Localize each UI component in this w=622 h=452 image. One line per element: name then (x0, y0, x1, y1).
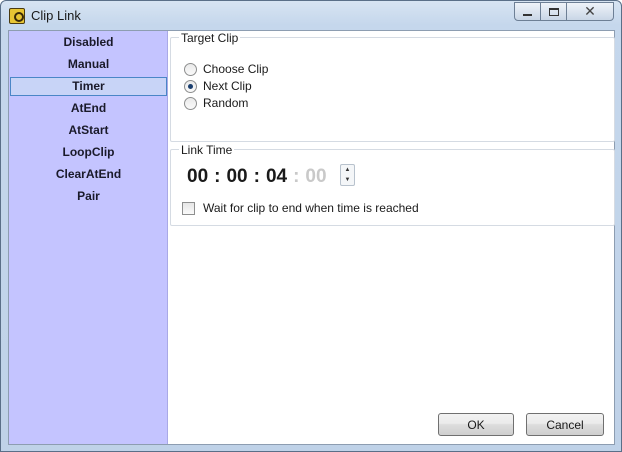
link-time-label: Link Time (179, 143, 235, 157)
target-clip-group: Target Clip Choose Clip Next Clip Random (170, 31, 615, 142)
choose-clip-radio[interactable] (184, 62, 197, 76)
hours-value[interactable]: 00 (187, 166, 208, 188)
target-clip-label: Target Clip (179, 31, 241, 45)
random-radio[interactable] (184, 96, 197, 110)
sidebar-item-loopclip[interactable]: LoopClip (10, 143, 167, 162)
sidebar-item-atend[interactable]: AtEnd (10, 99, 167, 118)
wait-for-clip-checkbox[interactable] (182, 201, 195, 215)
cancel-button[interactable]: Cancel (526, 413, 604, 436)
chevron-down-icon: ▼ (344, 177, 351, 183)
wait-for-clip-option[interactable]: Wait for clip to end when time is reache… (182, 201, 419, 215)
maximize-icon (548, 7, 559, 16)
maximize-button[interactable] (540, 2, 567, 21)
chevron-up-icon: ▲ (344, 167, 351, 173)
time-separator: : (253, 166, 260, 187)
sidebar-item-disabled[interactable]: Disabled (10, 33, 167, 52)
link-time-display[interactable]: 00 : 00 : 04 : 00 (187, 164, 327, 190)
link-time-group: Link Time 00 : 00 : 04 : 00 ▲ ▼ Wait for… (170, 143, 615, 226)
next-clip-label: Next Clip (203, 79, 252, 93)
title-bar[interactable]: Clip Link ✕ (1, 1, 621, 29)
choose-clip-label: Choose Clip (203, 62, 269, 76)
sidebar-item-timer[interactable]: Timer (10, 77, 167, 96)
frames-value[interactable]: 00 (305, 166, 326, 188)
time-spinner: ▲ ▼ (340, 164, 355, 186)
link-mode-sidebar: Disabled Manual Timer AtEnd AtStart Loop… (9, 31, 168, 444)
minimize-button[interactable] (514, 2, 541, 21)
radio-random[interactable]: Random (184, 95, 248, 111)
minutes-value[interactable]: 00 (226, 166, 247, 188)
sidebar-item-clearatend[interactable]: ClearAtEnd (10, 165, 167, 184)
spin-down-button[interactable]: ▼ (341, 175, 354, 185)
clip-link-window: Clip Link ✕ Disabled Manual Timer AtEnd … (0, 0, 622, 452)
close-button[interactable]: ✕ (566, 2, 614, 21)
time-separator: : (293, 166, 300, 187)
close-icon: ✕ (584, 3, 596, 19)
minimize-icon (523, 13, 532, 16)
spin-up-button[interactable]: ▲ (341, 165, 354, 175)
random-label: Random (203, 96, 249, 110)
ok-button[interactable]: OK (438, 413, 514, 436)
sidebar-item-manual[interactable]: Manual (10, 55, 167, 74)
window-title: Clip Link (31, 8, 81, 23)
dialog-client-area: Disabled Manual Timer AtEnd AtStart Loop… (8, 30, 615, 445)
seconds-value[interactable]: 04 (266, 166, 287, 188)
time-separator: : (214, 166, 221, 187)
sidebar-item-pair[interactable]: Pair (10, 187, 167, 206)
next-clip-radio[interactable] (184, 79, 197, 93)
radio-next-clip[interactable]: Next Clip (184, 78, 252, 94)
sidebar-item-atstart[interactable]: AtStart (10, 121, 167, 140)
wait-for-clip-label: Wait for clip to end when time is reache… (203, 201, 419, 215)
radio-choose-clip[interactable]: Choose Clip (184, 61, 268, 77)
clip-link-app-icon (9, 8, 25, 24)
